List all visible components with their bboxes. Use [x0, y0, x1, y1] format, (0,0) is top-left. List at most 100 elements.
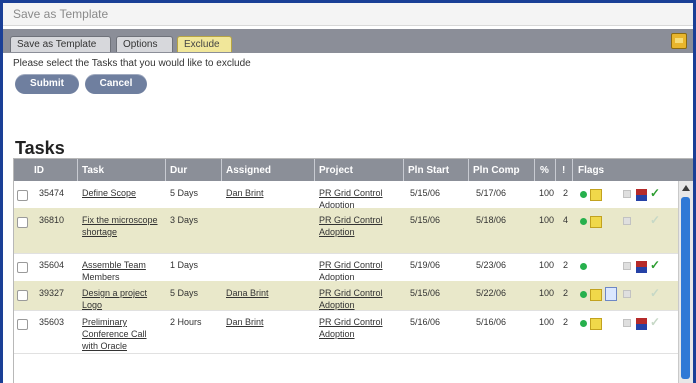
scroll-thumb[interactable] — [681, 197, 690, 379]
task-link[interactable]: Preliminary Conference Call with Oracle — [82, 316, 164, 352]
row-percent: 100 — [539, 215, 555, 225]
document-icon[interactable] — [605, 287, 617, 301]
folder-icon[interactable] — [671, 33, 687, 49]
col-pln-start[interactable]: Pln Start — [408, 165, 449, 176]
status-dot-icon — [580, 263, 587, 270]
row-priority: 2 — [563, 288, 569, 298]
note-icon[interactable] — [590, 189, 602, 201]
col-pln-comp[interactable]: Pln Comp — [473, 165, 520, 176]
table-row[interactable]: 36810 Fix the microscope shortage 3 Days… — [14, 208, 678, 254]
attachment-icon — [623, 319, 631, 327]
row-duration: 5 Days — [170, 188, 199, 198]
project-link[interactable]: PR Grid Control Adoption — [319, 259, 399, 283]
blue-flag-icon — [636, 267, 647, 273]
assigned-link[interactable]: Dana Brint — [226, 287, 269, 299]
row-percent: 100 — [539, 260, 555, 270]
row-id: 35474 — [39, 188, 65, 198]
col-project[interactable]: Project — [319, 165, 353, 176]
row-checkbox[interactable] — [17, 290, 28, 301]
row-duration: 1 Days — [170, 260, 199, 270]
check-icon: ✓ — [650, 213, 661, 227]
tasks-table: ID Task Dur Assigned Project Pln Start P… — [13, 158, 693, 383]
tab-exclude[interactable]: Exclude — [177, 36, 232, 52]
tab-strip: Save as Template Options Exclude — [3, 29, 693, 53]
row-priority: 4 — [563, 215, 569, 225]
row-id: 35603 — [39, 317, 65, 327]
attachment-icon — [623, 262, 631, 270]
row-start: 5/16/06 — [410, 317, 441, 327]
col-flags[interactable]: Flags — [578, 165, 604, 176]
project-link[interactable]: PR Grid Control Adoption — [319, 316, 399, 340]
assigned-link[interactable]: Dan Brint — [226, 316, 264, 328]
attachment-icon — [623, 190, 631, 198]
row-comp: 5/17/06 — [476, 188, 507, 198]
window-title: Save as Template — [13, 7, 109, 21]
blue-flag-icon — [636, 195, 647, 201]
attachment-icon — [623, 217, 631, 225]
table-row[interactable]: 35474 Define Scope 5 Days Dan Brint PR G… — [14, 181, 678, 210]
status-dot-icon — [580, 320, 587, 327]
row-checkbox[interactable] — [17, 262, 28, 273]
task-link[interactable]: Define Scope — [82, 187, 136, 199]
instructions-text: Please select the Tasks that you would l… — [13, 58, 251, 69]
note-icon[interactable] — [590, 318, 602, 330]
task-link[interactable]: Assemble Team Members — [82, 259, 164, 283]
tab-save-as-template[interactable]: Save as Template — [10, 36, 111, 52]
check-icon: ✓ — [650, 315, 661, 329]
col-priority[interactable]: ! — [562, 165, 565, 176]
table-row[interactable]: 35604 Assemble Team Members 1 Days PR Gr… — [14, 253, 678, 282]
scroll-up-icon[interactable] — [682, 185, 690, 191]
task-link[interactable]: Design a project Logo — [82, 287, 164, 311]
row-start: 5/15/06 — [410, 288, 441, 298]
save-as-template-window: Save as Template Save as Template Option… — [3, 3, 693, 383]
window-titlebar: Save as Template — [3, 3, 693, 26]
row-checkbox[interactable] — [17, 190, 28, 201]
row-start: 5/15/06 — [410, 215, 441, 225]
row-comp: 5/22/06 — [476, 288, 507, 298]
table-header: ID Task Dur Assigned Project Pln Start P… — [14, 159, 693, 181]
check-icon: ✓ — [650, 286, 661, 300]
row-id: 35604 — [39, 260, 65, 270]
row-duration: 3 Days — [170, 215, 199, 225]
row-id: 39327 — [39, 288, 65, 298]
attachment-icon — [623, 290, 631, 298]
row-start: 5/19/06 — [410, 260, 441, 270]
status-dot-icon — [580, 218, 587, 225]
note-icon[interactable] — [590, 289, 602, 301]
row-priority: 2 — [563, 188, 569, 198]
row-priority: 2 — [563, 260, 569, 270]
submit-button[interactable]: Submit — [15, 74, 79, 94]
row-percent: 100 — [539, 317, 555, 327]
row-percent: 100 — [539, 288, 555, 298]
col-task[interactable]: Task — [82, 165, 104, 176]
row-id: 36810 — [39, 215, 65, 225]
table-row[interactable]: 39327 Design a project Logo 5 Days Dana … — [14, 281, 678, 311]
row-start: 5/15/06 — [410, 188, 441, 198]
blue-flag-icon — [636, 324, 647, 330]
tasks-title: Tasks — [15, 138, 65, 158]
row-checkbox[interactable] — [17, 319, 28, 330]
complete-check-icon: ✓ — [650, 186, 661, 200]
project-link[interactable]: PR Grid Control Adoption — [319, 287, 399, 311]
col-assigned[interactable]: Assigned — [226, 165, 271, 176]
col-dur[interactable]: Dur — [170, 165, 187, 176]
vertical-scrollbar[interactable] — [678, 181, 693, 383]
row-priority: 2 — [563, 317, 569, 327]
table-row[interactable]: 35603 Preliminary Conference Call with O… — [14, 310, 678, 354]
task-link[interactable]: Fix the microscope shortage — [82, 214, 162, 238]
note-icon[interactable] — [590, 216, 602, 228]
row-comp: 5/16/06 — [476, 317, 507, 327]
row-percent: 100 — [539, 188, 555, 198]
assigned-link[interactable]: Dan Brint — [226, 187, 264, 199]
status-dot-icon — [580, 291, 587, 298]
row-checkbox[interactable] — [17, 217, 28, 228]
col-percent[interactable]: % — [540, 165, 549, 176]
row-duration: 5 Days — [170, 288, 199, 298]
project-link[interactable]: PR Grid Control Adoption — [319, 214, 399, 238]
cancel-button[interactable]: Cancel — [85, 74, 147, 94]
col-id[interactable]: ID — [34, 165, 44, 176]
row-comp: 5/18/06 — [476, 215, 507, 225]
tab-options[interactable]: Options — [116, 36, 173, 52]
row-duration: 2 Hours — [170, 317, 202, 327]
row-comp: 5/23/06 — [476, 260, 507, 270]
